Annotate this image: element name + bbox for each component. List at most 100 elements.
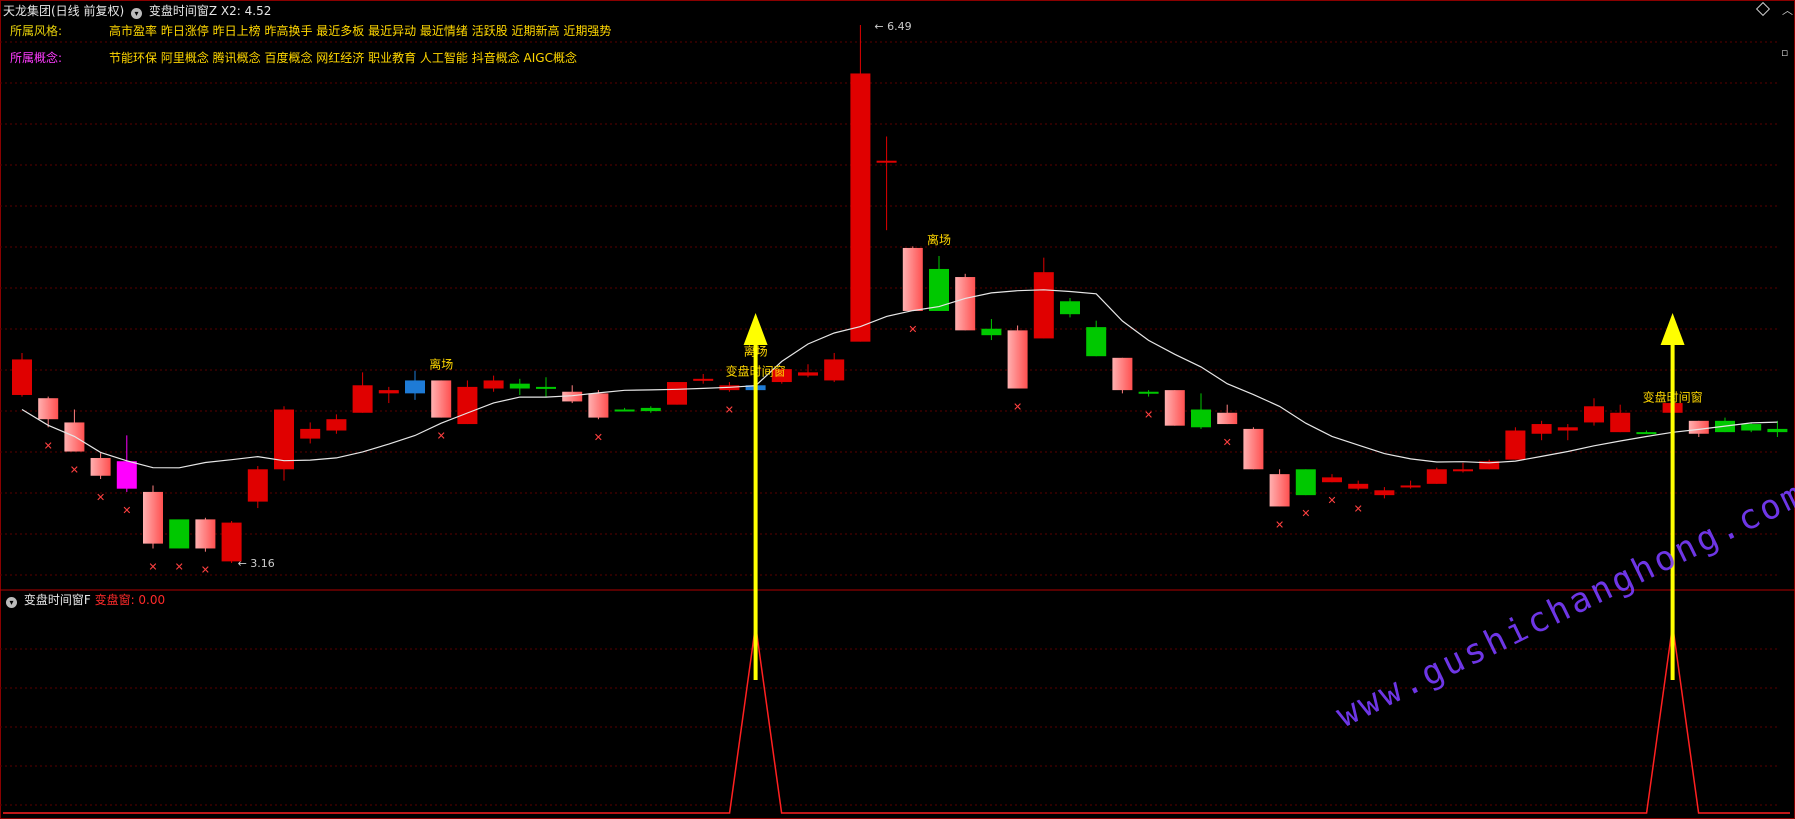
candle-body <box>1767 428 1788 433</box>
style-items: 高市盈率 昨日涨停 昨日上榜 昨高换手 最近多板 最近异动 最近情绪 活跃股 近… <box>109 24 612 38</box>
candle-body <box>1505 430 1526 460</box>
indicator-collapse-icon[interactable]: ▾ <box>6 597 17 608</box>
candle-body <box>1269 474 1290 507</box>
butterfly-signal-icon: ✕ <box>594 431 603 444</box>
butterfly-signal-icon: ✕ <box>1301 507 1310 520</box>
chart-canvas[interactable]: ← 6.49← 3.16离场离场变盘时间窗离场变盘时间窗✕✕✕✕✕✕✕✕✕✕✕✕… <box>0 0 1795 819</box>
concept-items: 节能环保 阿里概念 腾讯概念 百度概念 网红经济 职业教育 人工智能 抖音概念 … <box>109 51 577 65</box>
style-items-row: 高市盈率 昨日涨停 昨日上榜 昨高换手 最近多板 最近异动 最近情绪 活跃股 近… <box>109 22 611 39</box>
candle-body <box>1164 390 1185 426</box>
candle-body <box>798 372 818 376</box>
low-price-label: ← 3.16 <box>238 557 275 570</box>
candle-body <box>326 419 347 431</box>
candle-body <box>1138 391 1159 394</box>
candle-body <box>1295 469 1316 496</box>
butterfly-signal-icon: ✕ <box>908 323 917 336</box>
candle-body <box>221 522 242 562</box>
candle-body <box>1374 490 1395 496</box>
chart-title-bar: 天龙集团(日线 前复权) ▾ 变盘时间窗Z X2: 4.52 <box>3 2 271 19</box>
candle-body <box>1557 427 1578 431</box>
candle-body <box>1610 412 1631 433</box>
signal-arrow-head <box>743 313 768 345</box>
candle-body <box>143 491 163 544</box>
candle-body <box>693 378 714 381</box>
candle-body <box>614 409 635 412</box>
butterfly-signal-icon: ✕ <box>725 404 734 417</box>
candle-body <box>1033 272 1054 339</box>
candle-body <box>1426 469 1447 484</box>
candle-body <box>536 386 556 389</box>
butterfly-signal-icon: ✕ <box>437 430 446 443</box>
style-label: 所属风格: <box>10 24 63 38</box>
candle-body <box>955 277 976 331</box>
butterfly-signal-icon: ✕ <box>148 560 157 573</box>
candle-body <box>169 519 190 549</box>
concept-items-row: 节能环保 阿里概念 腾讯概念 百度概念 网红经济 职业教育 人工智能 抖音概念 … <box>109 49 577 66</box>
candle-body <box>195 519 216 549</box>
candle-body <box>405 380 425 394</box>
butterfly-signal-icon: ✕ <box>175 560 184 573</box>
indicator-panel-value: 变盘窗: 0.00 <box>94 593 166 607</box>
candle-body <box>850 73 871 342</box>
chart-frame <box>0 0 1795 819</box>
butterfly-signal-icon: ✕ <box>70 464 79 477</box>
candle-body <box>1191 409 1211 428</box>
scroll-indicator-icon[interactable]: ▫ <box>1781 46 1788 59</box>
candle-body <box>1741 424 1762 431</box>
candle-body <box>902 247 923 311</box>
signal-annotation: 离场 <box>429 356 453 371</box>
candle-body <box>116 461 137 489</box>
butterfly-signal-icon: ✕ <box>1144 409 1153 422</box>
butterfly-signal-icon: ✕ <box>1275 518 1284 531</box>
candle-body <box>90 457 111 476</box>
butterfly-signal-icon: ✕ <box>1223 436 1232 449</box>
candle-body <box>509 383 530 389</box>
candle-body <box>1322 477 1342 483</box>
candle-body <box>1636 432 1657 435</box>
stock-title: 天龙集团(日线 前复权) <box>3 4 125 18</box>
chart-window: ← 6.49← 3.16离场离场变盘时间窗离场变盘时间窗✕✕✕✕✕✕✕✕✕✕✕✕… <box>0 0 1795 819</box>
indicator-name: 变盘时间窗Z <box>148 4 218 18</box>
window-signal-line <box>3 624 1790 814</box>
indicator-panel-name: 变盘时间窗F <box>23 593 91 607</box>
chevron-up-icon[interactable]: ︿ <box>1782 2 1793 18</box>
candle-body <box>1453 469 1473 472</box>
high-price-label: ← 6.49 <box>874 20 911 33</box>
butterfly-signal-icon: ✕ <box>1013 401 1022 414</box>
candle-body <box>300 428 321 439</box>
candle-body <box>431 380 452 418</box>
dropdown-circle-icon[interactable]: ▾ <box>131 8 143 19</box>
candle-body <box>1584 406 1604 423</box>
candle-body <box>483 380 504 389</box>
candle-body <box>824 359 845 381</box>
candle-body <box>667 382 687 405</box>
candle-body <box>1348 483 1369 489</box>
butterfly-signal-icon: ✕ <box>122 504 131 517</box>
candle-body <box>981 328 1002 336</box>
candle-body <box>1060 301 1080 315</box>
signal-annotation: 离场 <box>927 232 951 247</box>
indicator-value: X2: 4.52 <box>220 4 272 18</box>
candle-body <box>1112 357 1133 391</box>
candle-body <box>1531 424 1552 434</box>
candle-body <box>588 393 609 418</box>
candle-body <box>1688 420 1709 434</box>
candle-body <box>640 407 661 412</box>
candle-body <box>378 390 399 394</box>
candle-body <box>1086 327 1107 357</box>
candle-body <box>247 469 268 502</box>
butterfly-signal-icon: ✕ <box>44 439 53 452</box>
candle-body <box>1243 428 1264 470</box>
candle-body <box>1400 485 1421 488</box>
concept-label: 所属概念: <box>10 51 63 65</box>
candle-body <box>12 359 32 395</box>
candle-body <box>352 385 373 413</box>
style-row: 所属风格: <box>10 22 62 39</box>
butterfly-signal-icon: ✕ <box>96 491 105 504</box>
candle-body <box>1217 412 1238 425</box>
candle-body <box>1007 330 1028 389</box>
candle-body <box>38 398 59 420</box>
candle-body <box>876 160 897 163</box>
butterfly-signal-icon: ✕ <box>1327 494 1336 507</box>
concept-row: 所属概念: <box>10 49 62 66</box>
